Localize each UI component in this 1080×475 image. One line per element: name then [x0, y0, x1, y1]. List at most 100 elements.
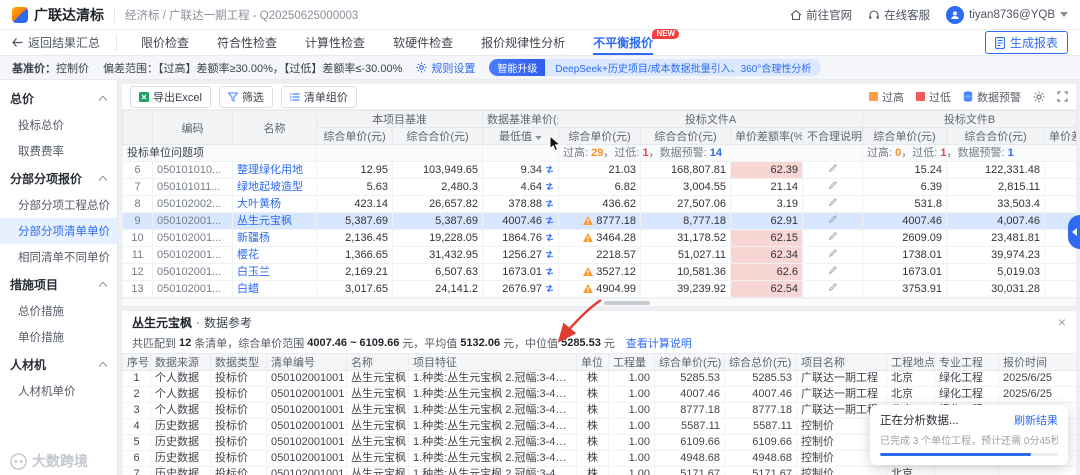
sidebar-item[interactable]: 人材机单价 [0, 378, 117, 404]
portal-link[interactable]: 前往官网 [790, 7, 852, 23]
sidebar-item[interactable]: 投标总价 [0, 112, 117, 138]
scrollbar-thumb[interactable] [604, 301, 650, 305]
sidebar-item[interactable]: 相同清单不同单价 [0, 244, 117, 270]
edit-note-icon[interactable] [828, 282, 838, 292]
nav-tab[interactable]: 报价规律性分析 [481, 30, 565, 55]
item-name-link[interactable]: 绿地起坡造型 [237, 181, 303, 193]
item-name-link[interactable]: 新疆杨 [237, 232, 270, 244]
sidebar-group-header[interactable]: 总价 [0, 84, 117, 112]
nav-tab[interactable]: 不平衡报价 NEW [593, 29, 680, 55]
edit-note-icon[interactable] [828, 248, 838, 258]
reference-col-header[interactable]: 工程地点 [886, 353, 935, 371]
user-menu[interactable]: tiyan8736@YQB [946, 5, 1068, 24]
col-base-unit-price[interactable]: 综合单价(元) [316, 127, 393, 145]
sidebar-item[interactable]: 分部分项工程总价 [0, 192, 117, 218]
reference-col-header[interactable]: 报价时间 [998, 353, 1077, 371]
generate-report-button[interactable]: 生成报表 [984, 31, 1068, 54]
table-row[interactable]: 10 050102001... 新疆杨 2,136.45 19,228.05 1864.7… [122, 229, 1078, 247]
reference-col-header[interactable]: 综合单价(元) [654, 353, 725, 371]
reference-col-header[interactable]: 名称 [346, 353, 409, 371]
col-a-total-price[interactable]: 综合合价(元) [640, 127, 731, 145]
sidebar-item[interactable]: 总价措施 [0, 298, 117, 324]
edit-note-icon[interactable] [828, 214, 838, 224]
sidebar-group-header[interactable]: 人材机 [0, 350, 117, 378]
col-a-rate[interactable]: 单价差额率(%) [730, 127, 803, 145]
table-row[interactable]: 6 050101010... 整理绿化用地 12.95 103,949.65 9.34 21… [122, 161, 1078, 179]
app-logo[interactable]: 广联达清标 [12, 5, 104, 25]
reference-col-header[interactable]: 数据类型 [210, 353, 267, 371]
reference-table-row[interactable]: 2 个人数据 投标价 050102001001 丛生元宝枫 1.种类:丛生元宝枫 2.冠幅… [122, 386, 1077, 403]
list-pricing-button[interactable]: 清单组价 [280, 85, 357, 108]
table-row[interactable]: 8 050102002... 大叶黄杨 423.14 26,657.82 378.88 43… [122, 195, 1078, 213]
col-a-unit-price[interactable]: 综合单价(元) [558, 127, 641, 145]
reference-col-header[interactable]: 清单编号 [266, 353, 347, 371]
table-settings-button[interactable] [1033, 91, 1045, 103]
compare-icon[interactable] [545, 165, 554, 174]
problem-summary-row[interactable]: 投标单位问题项 过高: 29，过低: 1，数据预警: 14 过高: 0，过低: … [122, 144, 1078, 162]
table-row[interactable]: 7 050101011... 绿地起坡造型 5.63 2,480.3 4.64 6.82 3,… [122, 178, 1078, 196]
nav-tab[interactable]: 计算性检查 [305, 30, 365, 55]
nav-tab[interactable]: 软硬件检查 [393, 30, 453, 55]
item-name-link[interactable]: 白蜡 [237, 283, 259, 295]
refresh-results-link[interactable]: 刷新结果 [1014, 412, 1058, 428]
item-name-link[interactable]: 大叶黄杨 [237, 198, 281, 210]
calc-explanation-link[interactable]: 查看计算说明 [626, 335, 692, 351]
table-row[interactable]: 9 050102001... 丛生元宝枫 5,387.69 5,387.69 4007.4… [122, 212, 1078, 230]
sidebar-item[interactable]: 单价措施 [0, 324, 117, 350]
item-name-link[interactable]: 丛生元宝枫 [237, 215, 292, 227]
sidebar-group-header[interactable]: 分部分项报价 [0, 164, 117, 192]
col-base-total-price[interactable]: 综合合价(元) [392, 127, 483, 145]
col-a-note[interactable]: 不合理说明 [801, 127, 864, 145]
item-name-link[interactable]: 樱花 [237, 249, 259, 261]
col-b-total-price[interactable]: 综合合价(元) [946, 127, 1046, 145]
compare-icon[interactable] [545, 233, 554, 242]
col-code[interactable]: 编码 [152, 110, 233, 145]
sidebar-item[interactable]: 取费费率 [0, 138, 117, 164]
collapse-panel-handle[interactable] [1068, 215, 1080, 249]
edit-note-icon[interactable] [828, 231, 838, 241]
base-price-setting[interactable]: 基准价：控制价 [12, 60, 89, 76]
sidebar-item[interactable]: 分部分项清单单价 [0, 218, 117, 244]
rule-settings-link[interactable]: 规则设置 [416, 60, 475, 76]
compare-icon[interactable] [545, 182, 554, 191]
reference-col-header[interactable]: 项目特征 [408, 353, 577, 371]
reference-table-row[interactable]: 1 个人数据 投标价 050102001001 丛生元宝枫 1.种类:丛生元宝枫 2.冠幅… [122, 370, 1077, 387]
filter-button[interactable]: 筛选 [218, 85, 273, 108]
compare-icon[interactable] [545, 250, 554, 259]
edit-note-icon[interactable] [828, 197, 838, 207]
table-row[interactable]: 12 050102001... 白玉兰 2,169.21 6,507.63 1673.01… [122, 263, 1078, 281]
item-name-link[interactable]: 白玉兰 [237, 266, 270, 278]
nav-tab[interactable]: 符合性检查 [217, 30, 277, 55]
table-horizontal-scrollbar[interactable] [122, 298, 1076, 306]
sidebar-group-header[interactable]: 措施项目 [0, 270, 117, 298]
compare-icon[interactable] [545, 267, 554, 276]
reference-col-header[interactable]: 项目名称 [796, 353, 887, 371]
col-name[interactable]: 名称 [232, 110, 317, 145]
support-link[interactable]: 在线客服 [868, 7, 930, 23]
back-button[interactable]: 返回结果汇总 [12, 34, 118, 51]
edit-note-icon[interactable] [828, 265, 838, 275]
reference-col-header[interactable]: 数据来源 [150, 353, 211, 371]
compare-icon[interactable] [545, 284, 554, 293]
smart-upgrade-banner[interactable]: 智能升级 DeepSeek+历史项目/成本数据批量引入、360°合理性分析 [489, 59, 822, 76]
reference-col-header[interactable]: 专业工程 [934, 353, 999, 371]
reference-col-header[interactable]: 单位 [576, 353, 609, 371]
reference-col-header[interactable]: 工程量 [608, 353, 655, 371]
fullscreen-button[interactable] [1057, 91, 1068, 102]
reference-col-header[interactable]: 综合总价(元) [724, 353, 797, 371]
table-row[interactable]: 11 050102001... 樱花 1,366.65 31,432.95 1256.27… [122, 246, 1078, 264]
compare-icon[interactable] [545, 199, 554, 208]
edit-note-icon[interactable] [828, 163, 838, 173]
nav-tab[interactable]: 限价检查 [141, 30, 189, 55]
close-icon[interactable]: × [1058, 315, 1066, 329]
table-row[interactable]: 13 050102001... 白蜡 3,017.65 24,141.2 2676.97 4… [122, 280, 1078, 298]
col-b-unit-price[interactable]: 综合单价(元) [862, 127, 948, 145]
col-min-value[interactable]: 最低值 [482, 127, 559, 145]
reference-col-header[interactable]: 序号 [122, 353, 151, 371]
item-name-link[interactable]: 整理绿化用地 [237, 164, 303, 176]
edit-note-icon[interactable] [828, 180, 838, 190]
export-excel-button[interactable]: 导出Excel [130, 85, 211, 108]
col-b-rate-cut[interactable]: 单价差额... [1044, 127, 1078, 145]
reference-table-row[interactable]: 7 历史数据 投标价 050102001001 丛生元宝枫 1.种类:丛生元宝枫 2.冠幅… [122, 466, 1077, 475]
compare-icon[interactable] [545, 216, 554, 225]
